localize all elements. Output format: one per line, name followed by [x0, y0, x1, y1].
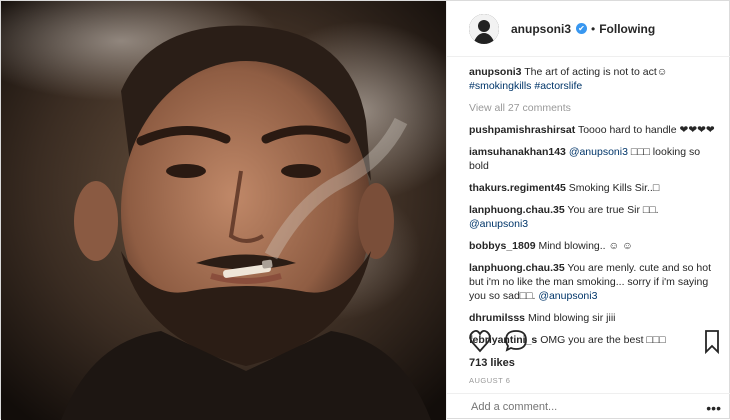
post-actions [469, 329, 719, 355]
comment-username[interactable]: iamsuhanakhan143 [469, 146, 566, 158]
comment-mention[interactable]: @anupsoni3 [538, 290, 597, 302]
add-comment-bar: ••• [447, 393, 730, 420]
avatar[interactable] [469, 13, 499, 44]
comment-icon[interactable] [505, 330, 527, 352]
actions-bar [469, 329, 719, 355]
list-item: lanphuong.chau.35 You are true Sir □□. @… [469, 203, 717, 231]
caption-text: The art of acting is not to act☺ [524, 66, 668, 78]
comments-list: anupsoni3 The art of acting is not to ac… [447, 57, 730, 347]
separator-dot: • [591, 21, 596, 36]
list-item: bobbys_1809 Mind blowing.. ☺ ☺ [469, 239, 717, 253]
list-item: lanphuong.chau.35 You are menly. cute an… [469, 261, 717, 303]
list-item: iamsuhanakhan143 @anupsoni3 □□□ looking … [469, 145, 717, 173]
list-item: thakurs.regiment45 Smoking Kills Sir..□ [469, 181, 717, 195]
comment-username[interactable]: lanphuong.chau.35 [469, 204, 565, 216]
bookmark-icon[interactable] [705, 330, 719, 355]
comment-text: Mind blowing.. ☺ ☺ [538, 240, 633, 252]
comment-text: Mind blowing sir jiii [527, 312, 616, 324]
caption-username[interactable]: anupsoni3 [469, 66, 522, 78]
comment-input[interactable] [469, 400, 693, 414]
comment-text: Toooo hard to handle ❤❤❤❤ [577, 124, 715, 136]
view-all-comments-link[interactable]: View all 27 comments [469, 101, 717, 115]
comment-text: You are true Sir □□. [567, 204, 659, 216]
instagram-post: anupsoni3 ✔ • Following anupsoni3 The ar… [0, 0, 730, 420]
caption-hashtags[interactable]: #smokingkills #actorslife [469, 80, 582, 92]
more-options-icon[interactable]: ••• [706, 400, 721, 416]
comment-mention[interactable]: @anupsoni3 [569, 146, 628, 158]
verified-badge-icon: ✔ [576, 23, 588, 34]
comment-username[interactable]: lanphuong.chau.35 [469, 262, 565, 274]
list-item: pushpamishrashirsat Toooo hard to handle… [469, 123, 717, 137]
portrait-image [1, 1, 446, 420]
post-photo[interactable] [1, 1, 446, 420]
heart-icon[interactable] [469, 329, 491, 353]
following-button[interactable]: Following [599, 22, 655, 36]
avatar-image [469, 13, 499, 44]
likes-count[interactable]: 713 likes [469, 357, 515, 369]
list-item: dhrumilsss Mind blowing sir jiii [469, 311, 717, 325]
header-username[interactable]: anupsoni3 [511, 22, 571, 36]
comment-mention[interactable]: @anupsoni3 [469, 218, 528, 230]
caption: anupsoni3 The art of acting is not to ac… [469, 65, 717, 93]
comment-text: Smoking Kills Sir..□ [568, 182, 660, 194]
post-side-panel: anupsoni3 ✔ • Following anupsoni3 The ar… [446, 1, 730, 420]
comment-username[interactable]: pushpamishrashirsat [469, 124, 575, 136]
post-date: AUGUST 6 [469, 376, 511, 385]
comment-username[interactable]: thakurs.regiment45 [469, 182, 566, 194]
comment-username[interactable]: bobbys_1809 [469, 240, 536, 252]
comment-username[interactable]: dhrumilsss [469, 312, 525, 324]
post-header: anupsoni3 ✔ • Following [447, 1, 730, 57]
